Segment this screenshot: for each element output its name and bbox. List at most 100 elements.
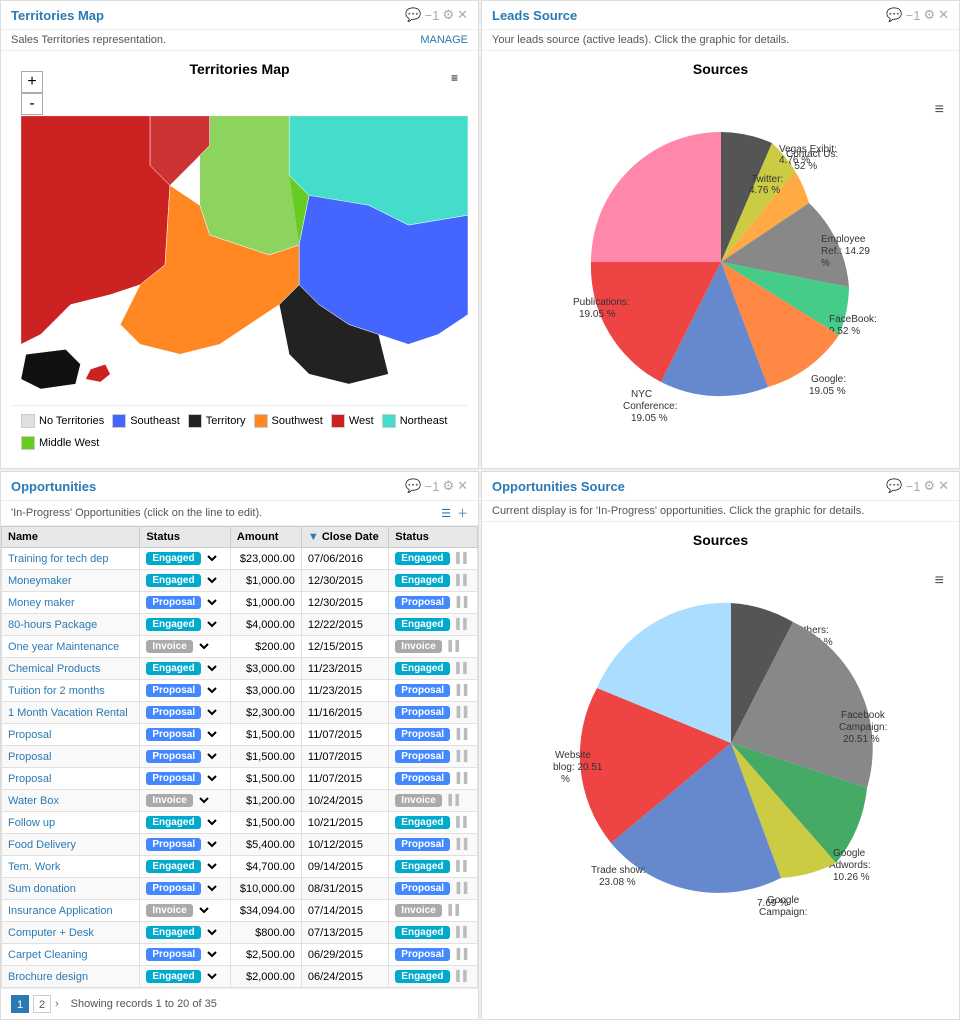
leads-chart-container[interactable]: Sources ≡ Contact Us: 9.52 % Vegas Exibi… [482, 51, 959, 442]
col-name[interactable]: Name [2, 527, 140, 548]
table-row[interactable]: Moneymaker Engaged $1,000.00 12/30/2015 … [2, 570, 478, 592]
add-opportunity-icon[interactable]: ＋ [457, 505, 468, 521]
row-status[interactable]: Proposal [140, 834, 231, 856]
minus-icon[interactable]: −1 [425, 8, 440, 23]
opp-source-comment-icon[interactable]: 💬 [886, 478, 902, 494]
page-2-button[interactable]: 2 [33, 995, 51, 1013]
status-select[interactable] [204, 947, 220, 962]
table-row[interactable]: 80-hours Package Engaged $4,000.00 12/22… [2, 614, 478, 636]
leads-chart-menu[interactable]: ≡ [935, 101, 944, 119]
row-status[interactable]: Engaged [140, 658, 231, 680]
list-view-icon[interactable]: ☰ [441, 507, 451, 520]
table-row[interactable]: Money maker Proposal $1,000.00 12/30/201… [2, 592, 478, 614]
status-select[interactable] [204, 749, 220, 764]
status-select[interactable] [204, 925, 220, 940]
row-status[interactable]: Proposal [140, 724, 231, 746]
table-row[interactable]: 1 Month Vacation Rental Proposal $2,300.… [2, 702, 478, 724]
table-row[interactable]: Food Delivery Proposal $5,400.00 10/12/2… [2, 834, 478, 856]
row-status[interactable]: Proposal [140, 592, 231, 614]
row-status[interactable]: Engaged [140, 812, 231, 834]
table-row[interactable]: Proposal Proposal $1,500.00 11/07/2015 P… [2, 724, 478, 746]
opp-comment-icon[interactable]: 💬 [405, 478, 421, 494]
status-select[interactable] [204, 771, 220, 786]
opp-source-settings-icon[interactable]: ⚙ [923, 478, 935, 494]
map-menu-icon[interactable]: ≡ [451, 71, 458, 85]
legend-middle-west: Middle West [21, 436, 99, 450]
col-status-badge[interactable]: Status [389, 527, 478, 548]
row-status[interactable]: Invoice [140, 900, 231, 922]
leads-close-icon[interactable]: ✕ [938, 7, 949, 23]
page-1-button[interactable]: 1 [11, 995, 29, 1013]
manage-link[interactable]: MANAGE [420, 34, 468, 46]
table-row[interactable]: Chemical Products Engaged $3,000.00 11/2… [2, 658, 478, 680]
table-row[interactable]: Tuition for 2 months Proposal $3,000.00 … [2, 680, 478, 702]
next-page-button[interactable]: › [55, 998, 59, 1010]
status-select[interactable] [204, 969, 220, 984]
table-row[interactable]: Carpet Cleaning Proposal $2,500.00 06/29… [2, 944, 478, 966]
row-status[interactable]: Proposal [140, 746, 231, 768]
row-status[interactable]: Engaged [140, 570, 231, 592]
leads-comment-icon[interactable]: 💬 [886, 7, 902, 23]
col-status[interactable]: Status [140, 527, 231, 548]
table-row[interactable]: Proposal Proposal $1,500.00 11/07/2015 P… [2, 768, 478, 790]
status-select[interactable] [204, 595, 220, 610]
table-row[interactable]: Computer + Desk Engaged $800.00 07/13/20… [2, 922, 478, 944]
table-row[interactable]: Follow up Engaged $1,500.00 10/21/2015 E… [2, 812, 478, 834]
row-status[interactable]: Engaged [140, 966, 231, 988]
opp-source-minus-icon[interactable]: −1 [906, 479, 921, 494]
status-select[interactable] [204, 859, 220, 874]
row-status[interactable]: Invoice [140, 790, 231, 812]
leads-minus-icon[interactable]: −1 [906, 8, 921, 23]
table-row[interactable]: Water Box Invoice $1,200.00 10/24/2015 I… [2, 790, 478, 812]
status-select[interactable] [204, 705, 220, 720]
row-close-date: 07/13/2015 [301, 922, 388, 944]
comment-icon[interactable]: 💬 [405, 7, 421, 23]
status-select[interactable] [204, 661, 220, 676]
row-status[interactable]: Proposal [140, 944, 231, 966]
status-select[interactable] [204, 837, 220, 852]
opp-close-icon[interactable]: ✕ [457, 478, 468, 494]
status-select[interactable] [204, 573, 220, 588]
settings-icon[interactable]: ⚙ [442, 7, 454, 23]
us-map-svg[interactable] [11, 85, 468, 405]
table-row[interactable]: Training for tech dep Engaged $23,000.00… [2, 548, 478, 570]
close-icon[interactable]: ✕ [457, 7, 468, 23]
status-select[interactable] [204, 551, 220, 566]
leads-source-icons: 💬 −1 ⚙ ✕ [886, 7, 949, 23]
row-status[interactable]: Proposal [140, 768, 231, 790]
status-select[interactable] [204, 617, 220, 632]
svg-text:10.26 %: 10.26 % [833, 872, 870, 883]
status-select[interactable] [196, 903, 212, 918]
status-select[interactable] [204, 881, 220, 896]
status-select[interactable] [204, 815, 220, 830]
row-progress-bar: ▐▐ [453, 883, 467, 894]
leads-settings-icon[interactable]: ⚙ [923, 7, 935, 23]
opp-source-chart-container[interactable]: Sources ≡ Others: 17.95 % Facebook Campa… [482, 522, 959, 933]
status-select[interactable] [204, 727, 220, 742]
row-status[interactable]: Engaged [140, 548, 231, 570]
row-status[interactable]: Proposal [140, 702, 231, 724]
row-progress-bar: ▐▐ [445, 641, 459, 652]
opp-settings-icon[interactable]: ⚙ [442, 478, 454, 494]
opp-source-close-icon[interactable]: ✕ [938, 478, 949, 494]
opp-source-chart-menu[interactable]: ≡ [935, 572, 944, 590]
status-select[interactable] [196, 639, 212, 654]
table-row[interactable]: Tem. Work Engaged $4,700.00 09/14/2015 E… [2, 856, 478, 878]
row-status[interactable]: Proposal [140, 680, 231, 702]
row-status[interactable]: Engaged [140, 856, 231, 878]
table-row[interactable]: Brochure design Engaged $2,000.00 06/24/… [2, 966, 478, 988]
row-status[interactable]: Invoice [140, 636, 231, 658]
status-select[interactable] [204, 683, 220, 698]
status-select[interactable] [196, 793, 212, 808]
row-status[interactable]: Engaged [140, 922, 231, 944]
row-status[interactable]: Proposal [140, 878, 231, 900]
table-row[interactable]: Proposal Proposal $1,500.00 11/07/2015 P… [2, 746, 478, 768]
table-row[interactable]: Insurance Application Invoice $34,094.00… [2, 900, 478, 922]
col-close-date[interactable]: ▼ Close Date [301, 527, 388, 548]
table-row[interactable]: Sum donation Proposal $10,000.00 08/31/2… [2, 878, 478, 900]
table-row[interactable]: One year Maintenance Invoice $200.00 12/… [2, 636, 478, 658]
opp-minus-icon[interactable]: −1 [425, 479, 440, 494]
col-amount[interactable]: Amount [230, 527, 301, 548]
row-status[interactable]: Engaged [140, 614, 231, 636]
row-name: 80-hours Package [2, 614, 140, 636]
